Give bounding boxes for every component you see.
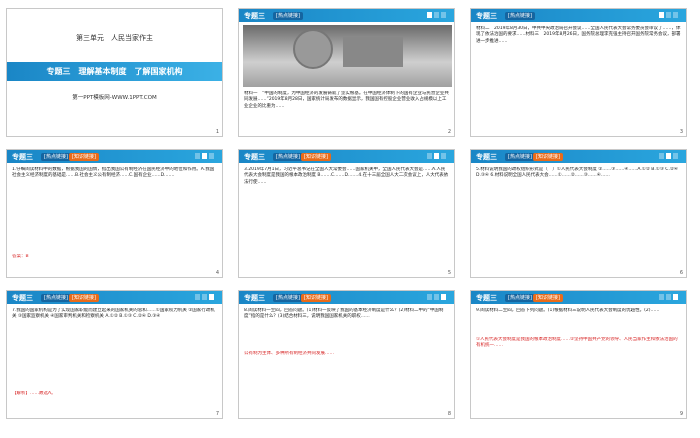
slide-text: 材料一 “中国的制度，为中国经济的发展铸就了坚实根基。在中国经济体制下的国有企业… <box>244 91 449 109</box>
answer-text: 答案：B <box>12 254 29 259</box>
slide-number: 2 <box>447 129 451 135</box>
slide-header: 专题三 [热点链接] [知识链接] <box>7 291 222 304</box>
hot-link-tag: [热点链接] <box>273 294 303 302</box>
progress-pips <box>195 153 214 159</box>
hot-link-tag: [热点链接] <box>505 12 535 20</box>
knowledge-link-tag: [知识链接] <box>301 294 331 302</box>
slide-text: 8.阅读材料一至四，回答问题。(1)材料一反映了我国的基本经济制度是什么？(2)… <box>244 308 444 320</box>
answer-text: 公有制为主体、多种所有制经济共同发展…… <box>244 351 334 356</box>
slide-title: 专题三 理解基本制度 了解国家机构 <box>46 67 183 76</box>
slide-thumbnail-1[interactable]: 第三单元 人民当家作主 专题三 理解基本制度 了解国家机构 第一PPT模板网-W… <box>6 8 223 137</box>
knowledge-link-tag: [知识链接] <box>69 153 99 161</box>
topic-label: 专题三 <box>476 294 497 302</box>
slide-number: 8 <box>447 411 451 417</box>
slide-text: 9.阅读材料二至四，回答下列问题。(1)根据材料三说明人民代表大会制度的优越性。… <box>476 308 660 313</box>
topic-label: 专题三 <box>244 153 265 161</box>
slide-thumbnail-7[interactable]: 专题三 [热点链接] [知识链接] 7.我国的国家机构是为了实现国家职能而建立起… <box>6 290 223 419</box>
slide-number: 9 <box>679 411 683 417</box>
slide-header: 专题三 [热点链接] <box>471 9 686 22</box>
slide-text: 材料二 2019年8月30日，中共中央政治局召开会议……全国人民代表大会常务委员… <box>476 26 681 44</box>
knowledge-link-tag: [知识链接] <box>301 153 331 161</box>
slide-thumbnail-6[interactable]: 专题三 [热点链接] [知识链接] 5.材料说明我国的政权组织形式是（ ）①人民… <box>470 149 687 278</box>
slide-text: 1.仔细阅读材料中的数据，根据我国的国情，指出我国公有制经济在国民经济中的地位和… <box>12 167 215 179</box>
slide-thumbnail-5[interactable]: 专题三 [热点链接] [知识链接] 3.2019年7月1日，习近平总书记在全国人… <box>238 149 455 278</box>
topic-label: 专题三 <box>476 153 497 161</box>
slide-number: 6 <box>679 270 683 276</box>
site-watermark: 第一PPT模板网-WWW.1PPT.COM <box>72 95 157 101</box>
hot-link-tag: [热点链接] <box>41 153 71 161</box>
progress-pips <box>659 12 678 18</box>
national-emblem-photo <box>243 25 452 87</box>
slide-header: 专题三 [热点链接] [知识链接] <box>471 291 686 304</box>
slide-number: 4 <box>215 270 219 276</box>
hot-link-tag: [热点链接] <box>273 12 303 20</box>
slide-text: 5.材料说明我国的政权组织形式是（ ）①人民代表大会制度 ②……③……④……A.… <box>476 167 678 179</box>
slide-header: 专题三 [热点链接] [知识链接] <box>239 291 454 304</box>
slide-text: 3.2019年7月1日，习近平总书记在全国人大常委会……国家机关中，全国人民代表… <box>244 167 449 185</box>
topic-label: 专题三 <box>12 294 33 302</box>
slide-thumbnail-8[interactable]: 专题三 [热点链接] [知识链接] 8.阅读材料一至四，回答问题。(1)材料一反… <box>238 290 455 419</box>
knowledge-link-tag: [知识链接] <box>533 153 563 161</box>
topic-label: 专题三 <box>244 12 265 20</box>
hot-link-tag: [热点链接] <box>273 153 303 161</box>
slide-header: 专题三 [热点链接] [知识链接] <box>471 150 686 163</box>
slide-thumbnail-9[interactable]: 专题三 [热点链接] [知识链接] 9.阅读材料二至四，回答下列问题。(1)根据… <box>470 290 687 419</box>
hot-link-tag: [热点链接] <box>505 294 535 302</box>
answer-text: ①人民代表大会制度是我国的根本政治制度……②坚持中国共产党的领导、人民当家作主和… <box>476 337 678 349</box>
progress-pips <box>427 153 446 159</box>
topic-label: 专题三 <box>244 294 265 302</box>
progress-pips <box>659 294 678 300</box>
slide-text: 7.我国的国家机构是为了实现国家职能而建立起来的国家机关的总和……①国家权力机关… <box>12 308 215 320</box>
hot-link-tag: [热点链接] <box>41 294 71 302</box>
knowledge-link-tag: [知识链接] <box>69 294 99 302</box>
slide-number: 5 <box>447 270 451 276</box>
slide-thumbnail-4[interactable]: 专题三 [热点链接] [知识链接] 1.仔细阅读材料中的数据，根据我国的国情，指… <box>6 149 223 278</box>
slide-header: 专题三 [热点链接] [知识链接] <box>7 150 222 163</box>
slide-thumbnail-2[interactable]: 专题三 [热点链接] 材料一 “中国的制度，为中国经济的发展铸就了坚实根基。在中… <box>238 8 455 137</box>
unit-heading: 第三单元 人民当家作主 <box>76 34 153 42</box>
knowledge-link-tag: [知识链接] <box>533 294 563 302</box>
slide-header: 专题三 [热点链接] [知识链接] <box>239 150 454 163</box>
hot-link-tag: [热点链接] <box>505 153 535 161</box>
topic-label: 专题三 <box>476 12 497 20</box>
progress-pips <box>195 294 214 300</box>
answer-text: 【解析】……故选A。 <box>12 391 56 396</box>
slide-number: 1 <box>215 129 219 135</box>
progress-pips <box>427 12 446 18</box>
slide-number: 7 <box>215 411 219 417</box>
slide-number: 3 <box>679 129 683 135</box>
slide-header: 专题三 [热点链接] <box>239 9 454 22</box>
topic-label: 专题三 <box>12 153 33 161</box>
progress-pips <box>659 153 678 159</box>
progress-pips <box>427 294 446 300</box>
slide-thumbnail-3[interactable]: 专题三 [热点链接] 材料二 2019年8月30日，中共中央政治局召开会议……全… <box>470 8 687 137</box>
